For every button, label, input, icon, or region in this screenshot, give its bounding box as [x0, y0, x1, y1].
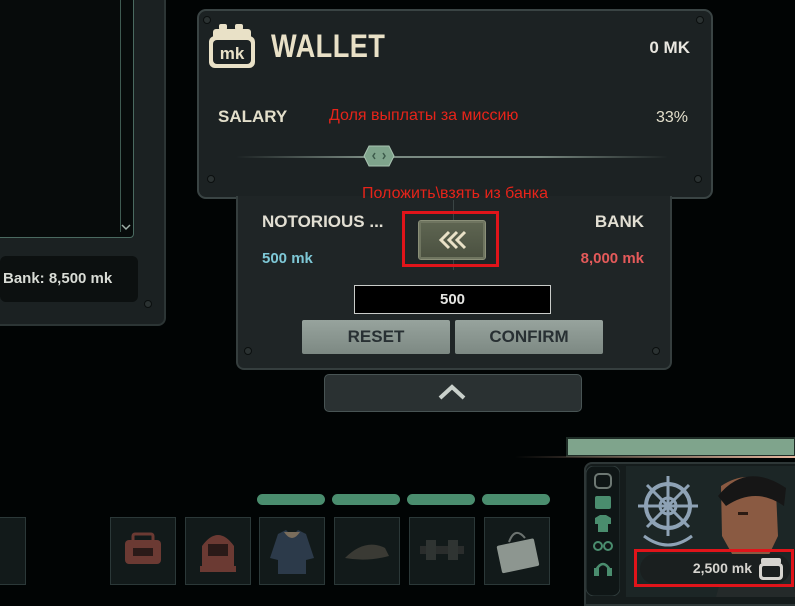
transfer-annotation: Положить\взять из банка — [362, 185, 548, 202]
decor-line — [515, 456, 795, 458]
salary-slider-handle[interactable] — [362, 145, 395, 167]
rivet — [652, 347, 660, 355]
slot-status-bar — [482, 494, 550, 505]
character-health-bar — [566, 437, 795, 457]
wallet-icon: mk — [207, 24, 257, 72]
ship-wheel-icon — [638, 476, 698, 536]
rivet — [696, 16, 704, 24]
bank-balance-label: Bank: 8,500 mk — [0, 256, 138, 302]
bank-name: BANK — [594, 212, 644, 231]
reset-button[interactable]: RESET — [302, 320, 450, 354]
hat-icon — [345, 544, 389, 560]
svg-text:mk: mk — [220, 44, 245, 63]
rivet — [144, 300, 152, 308]
equipment-slot[interactable] — [0, 517, 26, 585]
slot-status-bar — [257, 494, 325, 505]
player-amount: 500 mk — [262, 250, 313, 267]
rivet — [207, 175, 215, 183]
chevron-up-icon — [438, 384, 466, 400]
rivet — [694, 175, 702, 183]
slot-status-bar — [332, 494, 400, 505]
slot-status-bar — [407, 494, 475, 505]
salary-label: SALARY — [218, 107, 288, 126]
helmet-icon — [200, 535, 236, 572]
salary-slider-track[interactable] — [236, 156, 668, 158]
equipment-slot-id-card[interactable] — [484, 517, 550, 585]
equipment-slot-bag[interactable] — [110, 517, 176, 585]
wallet-amount: 0 MK — [649, 38, 690, 57]
equipment-slot-hat[interactable] — [334, 517, 400, 585]
salary-annotation: Доля выплаты за миссию — [329, 107, 519, 124]
salary-percent: 33% — [655, 109, 688, 126]
transfer-amount-input[interactable]: 500 — [354, 285, 551, 314]
jacket-icon — [270, 530, 314, 574]
money-highlight — [634, 549, 794, 587]
chevron-down-icon[interactable] — [121, 222, 131, 232]
collapse-button[interactable] — [324, 374, 582, 412]
equipment-slot-helmet[interactable] — [185, 517, 251, 585]
id-card-icon — [496, 531, 540, 574]
equipment-slot-belt[interactable] — [409, 517, 475, 585]
wallet-title: WALLET — [271, 28, 386, 64]
character-tabs — [585, 465, 621, 597]
confirm-button[interactable]: CONFIRM — [455, 320, 603, 354]
equipment-slot-jacket[interactable] — [259, 517, 325, 585]
belt-icon — [420, 540, 464, 560]
player-name: NOTORIOUS ... — [262, 212, 384, 231]
id-tab-icon — [595, 496, 611, 509]
double-chevron-left-icon — [438, 230, 467, 250]
left-scrollbar[interactable] — [120, 0, 131, 232]
rivet — [244, 347, 252, 355]
left-list-area — [0, 0, 134, 238]
bank-amount: 8,000 mk — [580, 250, 644, 267]
transfer-direction-button[interactable] — [418, 220, 486, 260]
rivet — [203, 16, 211, 24]
bag-icon — [125, 532, 161, 564]
